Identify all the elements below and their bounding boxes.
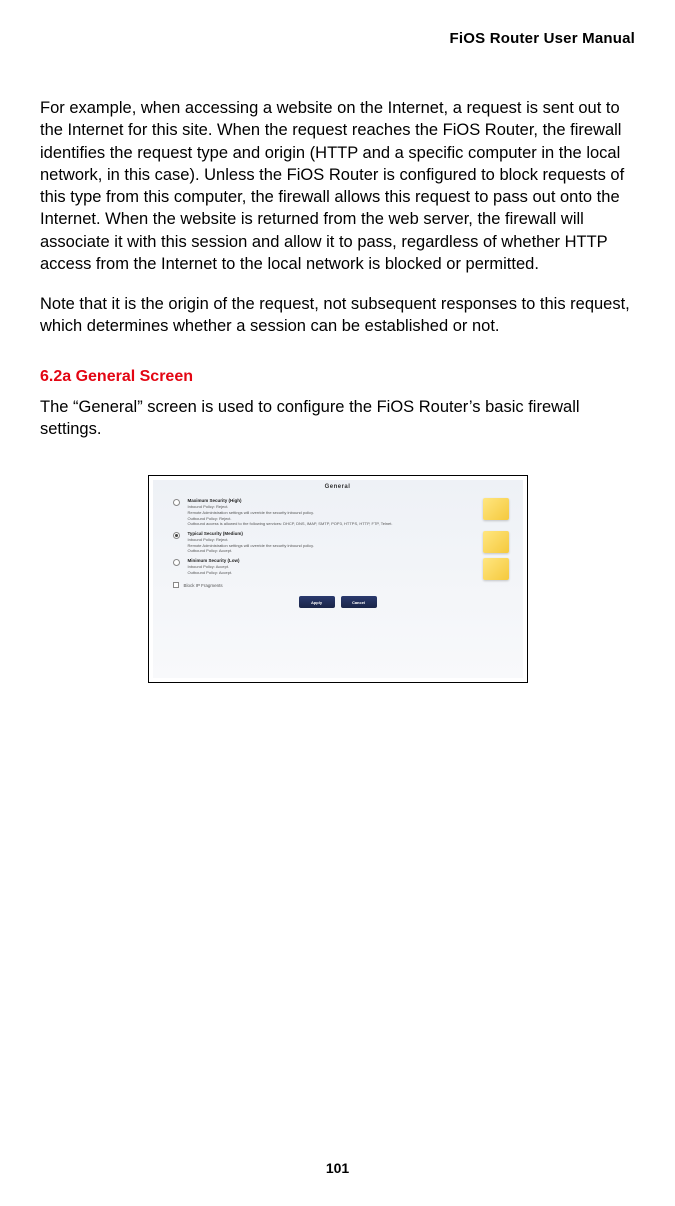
embedded-screenshot-frame: General Maximum Security (High) Inbound …	[148, 475, 528, 683]
security-option-max: Maximum Security (High) Inbound Policy: …	[153, 496, 523, 529]
radio-min-security[interactable]	[173, 559, 180, 566]
option-desc: Inbound Policy: Reject.	[188, 504, 229, 509]
body-paragraph-2: Note that it is the origin of the reques…	[40, 293, 635, 338]
body-paragraph-3: The “General” screen is used to configur…	[40, 396, 635, 441]
shield-icon	[483, 558, 509, 580]
option-heading: Minimum Security (Low)	[188, 558, 240, 563]
shield-icon	[483, 531, 509, 553]
option-heading: Maximum Security (High)	[188, 498, 242, 503]
page-number: 101	[0, 1160, 675, 1176]
option-desc: Inbound Policy: Accept.	[188, 564, 230, 569]
block-ip-fragments-checkbox[interactable]	[173, 582, 179, 588]
screenshot-title: General	[153, 480, 523, 496]
option-desc: Remote Administration settings will over…	[188, 543, 314, 548]
option-desc: Outbound Policy: Reject.	[188, 516, 232, 521]
screenshot-buttons: Apply Cancel	[153, 596, 523, 608]
cancel-button[interactable]: Cancel	[341, 596, 377, 608]
option-text-max: Maximum Security (High) Inbound Policy: …	[188, 498, 513, 527]
security-option-typical: Typical Security (Medium) Inbound Policy…	[153, 529, 523, 556]
option-text-typical: Typical Security (Medium) Inbound Policy…	[188, 531, 513, 554]
security-option-min: Minimum Security (Low) Inbound Policy: A…	[153, 556, 523, 577]
page-header-title: FiOS Router User Manual	[40, 30, 635, 47]
option-desc: Remote Administration settings will over…	[188, 510, 314, 515]
block-ip-fragments-row: Block IP Fragments	[153, 577, 523, 590]
option-desc: Outbound access is allowed to the follow…	[188, 521, 393, 526]
checkbox-label: Block IP Fragments	[184, 583, 223, 588]
shield-icon	[483, 498, 509, 520]
option-desc: Outbound Policy: Accept.	[188, 570, 233, 575]
body-paragraph-1: For example, when accessing a website on…	[40, 97, 635, 275]
option-heading: Typical Security (Medium)	[188, 531, 243, 536]
option-desc: Outbound Policy: Accept.	[188, 548, 233, 553]
radio-typical-security[interactable]	[173, 532, 180, 539]
option-desc: Inbound Policy: Reject.	[188, 537, 229, 542]
apply-button[interactable]: Apply	[299, 596, 335, 608]
document-page: FiOS Router User Manual For example, whe…	[0, 0, 675, 1206]
option-text-min: Minimum Security (Low) Inbound Policy: A…	[188, 558, 513, 575]
embedded-screenshot: General Maximum Security (High) Inbound …	[153, 480, 523, 678]
section-heading: 6.2a General Screen	[40, 368, 635, 386]
radio-max-security[interactable]	[173, 499, 180, 506]
